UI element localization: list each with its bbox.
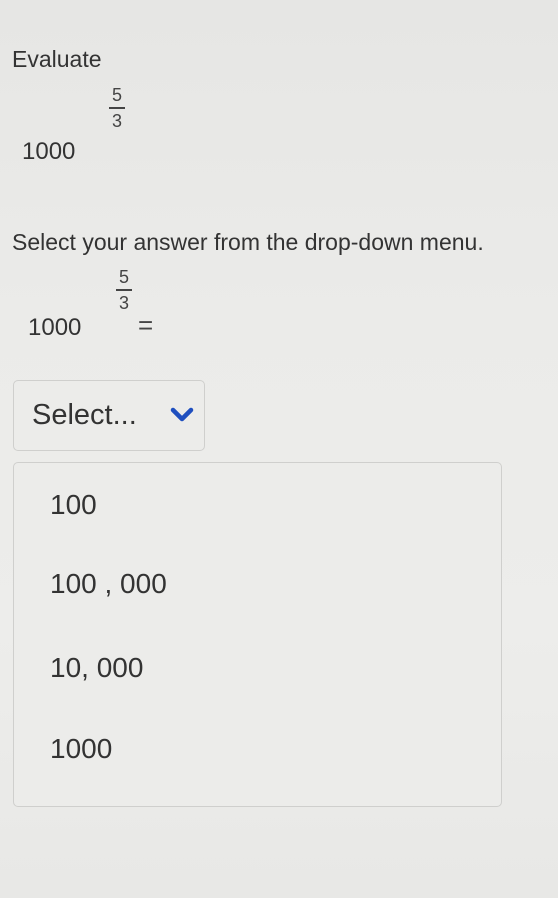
chevron-down-icon [170, 407, 194, 422]
answer-select-dropdown[interactable]: Select... [13, 380, 205, 451]
exponent-numerator: 5 [111, 85, 122, 105]
expression-base: 1000 [22, 138, 76, 165]
answer-prompt: Select your answer from the drop-down me… [12, 229, 484, 255]
answer-exponent-denominator: 3 [118, 292, 129, 313]
exponent-denominator: 3 [111, 110, 122, 131]
question-heading: Evaluate [12, 46, 102, 72]
dropdown-option[interactable]: 100 , 000 [50, 564, 167, 604]
answer-expression-exponent: 5 3 [114, 268, 134, 312]
question-expression: 1000 5 3 [22, 86, 162, 166]
dropdown-option[interactable]: 10, 000 [50, 648, 143, 688]
dropdown-option[interactable]: 1000 [50, 729, 112, 769]
select-label: Select... [32, 399, 137, 431]
answer-expression-base: 1000 [28, 314, 82, 341]
answer-expression: 1000 5 3 = [28, 264, 228, 344]
answer-exponent-numerator: 5 [118, 267, 129, 287]
dropdown-option[interactable]: 100 [50, 485, 97, 525]
dropdown-options-list: 100 100 , 000 10, 000 1000 [13, 462, 502, 807]
expression-exponent: 5 3 [107, 86, 127, 130]
equals-sign: = [138, 310, 154, 340]
